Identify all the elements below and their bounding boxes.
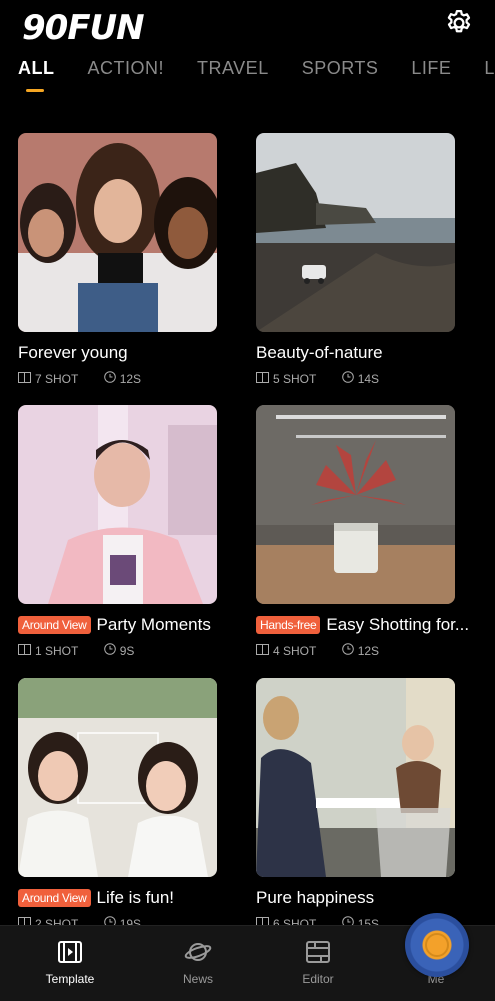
shot-count: 4 SHOT xyxy=(273,643,317,658)
card-title: Forever young xyxy=(18,343,128,362)
template-card[interactable]: Around View Life is fun! 2 SHOT 19S xyxy=(18,678,218,931)
thumbnail-image[interactable] xyxy=(256,405,455,604)
template-card[interactable]: Beauty-of-nature 5 SHOT 14S xyxy=(256,133,456,386)
card-title-row: Around View Life is fun! xyxy=(18,888,248,910)
feature-badge: Hands-free xyxy=(256,616,321,634)
card-title-row: Hands-free Easy Shotting for... xyxy=(256,615,486,637)
duration: 12S xyxy=(119,371,142,386)
card-title-row: Around View Party Moments xyxy=(18,615,248,637)
card-title: Easy Shotting for... xyxy=(326,615,470,634)
clock-icon xyxy=(341,643,354,658)
duration: 14S xyxy=(357,371,380,386)
card-title: Pure happiness xyxy=(256,888,375,907)
shot-count: 1 SHOT xyxy=(35,643,79,658)
gear-icon[interactable] xyxy=(444,8,474,38)
shot-count: 5 SHOT xyxy=(273,371,317,386)
card-title: Beauty-of-nature xyxy=(256,343,383,362)
duration: 12S xyxy=(357,643,380,658)
shot-icon xyxy=(18,643,31,658)
clock-icon xyxy=(103,643,116,658)
feature-badge: Around View xyxy=(18,616,91,634)
thumbnail-image[interactable] xyxy=(256,133,455,332)
nav-label: News xyxy=(182,972,213,986)
app-logo: 90FUN xyxy=(22,8,145,48)
template-card[interactable]: Around View Party Moments 1 SHOT 9S xyxy=(18,405,218,658)
thumbnail-image[interactable] xyxy=(18,405,217,604)
shot-icon xyxy=(256,371,269,386)
nav-news[interactable]: News xyxy=(148,926,248,1001)
tab-partial[interactable]: L xyxy=(484,58,495,79)
app-header: 90FUN ALL ACTION! TRAVEL SPORTS LIFE L xyxy=(0,0,495,100)
category-tabs: ALL ACTION! TRAVEL SPORTS LIFE L xyxy=(18,58,495,98)
card-meta: 7 SHOT 12S xyxy=(18,371,163,386)
template-card[interactable]: Hands-free Easy Shotting for... 4 SHOT 12… xyxy=(256,405,469,658)
shot-icon xyxy=(256,643,269,658)
shot-count: 7 SHOT xyxy=(35,371,79,386)
nav-editor[interactable]: Editor xyxy=(268,926,368,1001)
template-card[interactable]: Forever young 7 SHOT 12S xyxy=(18,133,218,386)
tab-action[interactable]: ACTION! xyxy=(88,58,165,79)
shot-icon xyxy=(18,371,31,386)
clock-icon xyxy=(341,371,354,386)
card-meta: 4 SHOT 12S xyxy=(256,643,401,658)
card-title-row: Pure happiness xyxy=(256,888,486,910)
card-title-row: Forever young xyxy=(18,343,248,365)
tab-sports[interactable]: SPORTS xyxy=(302,58,379,79)
template-card[interactable]: Pure happiness 6 SHOT 15S xyxy=(256,678,456,931)
tab-all[interactable]: ALL xyxy=(18,58,55,92)
clock-icon xyxy=(103,371,116,386)
thumbnail-image[interactable] xyxy=(18,133,217,332)
card-title: Life is fun! xyxy=(96,888,175,907)
thumbnail-image[interactable] xyxy=(18,678,217,877)
card-meta: 1 SHOT 9S xyxy=(18,643,156,658)
nav-label: Editor xyxy=(302,972,334,986)
film-icon xyxy=(58,941,82,963)
card-title-row: Beauty-of-nature xyxy=(256,343,486,365)
nav-label: Template xyxy=(45,972,95,986)
tab-travel[interactable]: TRAVEL xyxy=(197,58,269,79)
duration: 9S xyxy=(119,643,135,658)
thumbnail-image[interactable] xyxy=(256,678,455,877)
editor-icon xyxy=(306,941,330,963)
card-title: Party Moments xyxy=(96,615,211,634)
card-meta: 5 SHOT 14S xyxy=(256,371,401,386)
nav-template[interactable]: Template xyxy=(20,926,120,1001)
feature-badge: Around View xyxy=(18,889,91,907)
tab-life[interactable]: LIFE xyxy=(411,58,451,79)
profile-icon[interactable] xyxy=(405,913,469,977)
planet-icon xyxy=(184,943,212,961)
